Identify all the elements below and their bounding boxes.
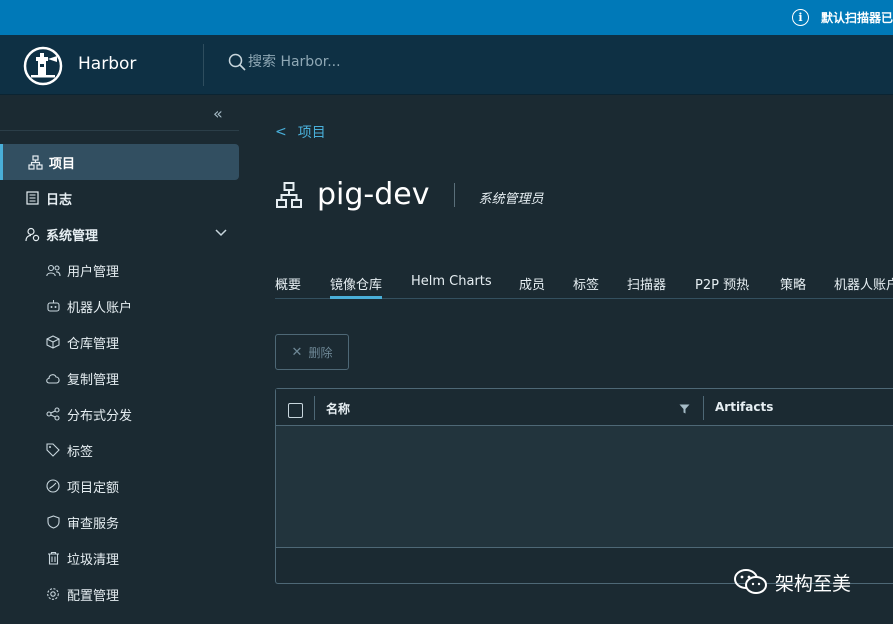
sidebar-item-label: 审查服务 xyxy=(67,516,120,532)
quota-icon xyxy=(45,478,61,494)
share-icon xyxy=(45,406,61,422)
chevron-down-icon[interactable] xyxy=(215,226,227,238)
sidebar-item-labels[interactable]: 标签 xyxy=(0,432,239,468)
tag-icon xyxy=(45,442,61,458)
sidebar-item-label: 日志 xyxy=(46,192,73,208)
double-chevron-left-icon[interactable]: « xyxy=(213,104,223,123)
sidebar-item-label: 机器人账户 xyxy=(67,300,133,316)
robot-icon xyxy=(45,298,61,314)
delete-button[interactable]: ✕ 删除 xyxy=(275,334,349,370)
watermark-text: 架构至美 xyxy=(775,572,852,595)
tab-p2p-preheat[interactable]: P2P 预热 xyxy=(695,274,749,299)
role-label: 系统管理员 xyxy=(478,192,544,207)
info-banner: i 默认扫描器已 xyxy=(0,0,893,35)
tab-members[interactable]: 成员 xyxy=(519,274,545,299)
sidebar-item-label: 用户管理 xyxy=(67,264,120,280)
sidebar-item-label: 标签 xyxy=(67,444,94,460)
tab-repositories[interactable]: 镜像仓库 xyxy=(330,274,383,299)
sidebar-divider xyxy=(0,130,239,131)
banner-message[interactable]: i 默认扫描器已 xyxy=(792,7,893,27)
sidebar-item-replications[interactable]: 复制管理 xyxy=(0,360,239,396)
column-divider xyxy=(703,396,704,420)
wechat-icon xyxy=(734,569,767,594)
sidebar-item-projects[interactable]: 项目 xyxy=(0,144,239,180)
tab-helm-charts[interactable]: Helm Charts xyxy=(411,274,492,299)
delete-label: 删除 xyxy=(308,345,333,360)
grid-header: 名称 Artifacts xyxy=(276,389,893,426)
grid-body xyxy=(276,426,893,548)
sidebar-item-config[interactable]: 配置管理 xyxy=(0,576,239,612)
tab-summary[interactable]: 概要 xyxy=(275,274,301,299)
sidebar-item-label: 系统管理 xyxy=(46,228,99,244)
project-icon xyxy=(27,154,43,170)
harbor-logo-icon[interactable] xyxy=(23,46,63,86)
column-header-name[interactable]: 名称 xyxy=(326,400,350,417)
sidebar-item-label: 项目 xyxy=(49,156,76,172)
cloud-icon xyxy=(45,370,61,386)
breadcrumb[interactable]: < 项目 xyxy=(275,122,326,142)
sidebar-item-label: 垃圾清理 xyxy=(67,552,120,568)
sidebar-item-label: 项目定额 xyxy=(67,480,120,496)
close-icon: ✕ xyxy=(291,344,303,360)
filter-icon[interactable] xyxy=(679,404,690,414)
brand-name[interactable]: Harbor xyxy=(78,54,136,74)
sidebar-item-label: 分布式分发 xyxy=(67,408,133,424)
select-all-checkbox[interactable] xyxy=(288,403,303,418)
sidebar-item-robots[interactable]: 机器人账户 xyxy=(0,288,239,324)
title-divider xyxy=(453,182,455,207)
trash-icon xyxy=(45,550,61,566)
project-icon xyxy=(276,181,302,208)
sidebar-item-logs[interactable]: 日志 xyxy=(0,180,239,216)
header-divider xyxy=(203,44,204,86)
sidebar-item-quotas[interactable]: 项目定额 xyxy=(0,468,239,504)
global-search[interactable] xyxy=(228,53,488,71)
sidebar-item-label: 复制管理 xyxy=(67,372,120,388)
sidebar-item-admin[interactable]: 系统管理 xyxy=(0,216,239,252)
gear-icon xyxy=(45,586,61,602)
chevron-left-icon: < xyxy=(275,124,287,140)
column-divider xyxy=(314,396,315,420)
column-header-artifacts[interactable]: Artifacts xyxy=(715,400,773,414)
sidebar-item-interrogation[interactable]: 审查服务 xyxy=(0,504,239,540)
app-header: Harbor xyxy=(0,35,893,95)
cube-icon xyxy=(45,334,61,350)
admin-icon xyxy=(24,226,40,242)
shield-icon xyxy=(45,514,61,530)
breadcrumb-projects[interactable]: 项目 xyxy=(298,122,326,142)
sidebar-item-label: 配置管理 xyxy=(67,588,120,604)
search-input[interactable] xyxy=(248,54,488,70)
search-icon xyxy=(228,53,246,71)
sidebar-item-distribution[interactable]: 分布式分发 xyxy=(0,396,239,432)
tab-scanner[interactable]: 扫描器 xyxy=(627,274,666,299)
page-title: pig-dev xyxy=(317,177,430,212)
sidebar-item-gc[interactable]: 垃圾清理 xyxy=(0,540,239,576)
project-header: pig-dev 系统管理员 xyxy=(275,177,544,212)
log-icon xyxy=(24,190,40,206)
watermark: 架构至美 xyxy=(733,568,851,596)
repository-grid: 名称 Artifacts xyxy=(275,388,893,584)
users-icon xyxy=(45,262,61,278)
sidebar-item-users[interactable]: 用户管理 xyxy=(0,252,239,288)
main-content: < 项目 pig-dev 系统管理员 概要 镜像仓库 Helm Charts 成… xyxy=(239,95,893,624)
tab-labels[interactable]: 标签 xyxy=(573,274,599,299)
tab-robot-accounts[interactable]: 机器人账户 xyxy=(834,274,893,299)
sidebar-item-label: 仓库管理 xyxy=(67,336,120,352)
info-icon: i xyxy=(792,8,809,26)
project-tabs: 概要 镜像仓库 Helm Charts 成员 标签 扫描器 P2P 预热 策略 … xyxy=(275,271,893,299)
sidebar-item-registries[interactable]: 仓库管理 xyxy=(0,324,239,360)
sidebar: « 项目 日志 系统管理 用户管理 机器人账户 仓库管理 复制管理 分布式分发 … xyxy=(0,95,239,624)
banner-text: 默认扫描器已 xyxy=(821,10,893,25)
tab-policy[interactable]: 策略 xyxy=(780,274,806,299)
